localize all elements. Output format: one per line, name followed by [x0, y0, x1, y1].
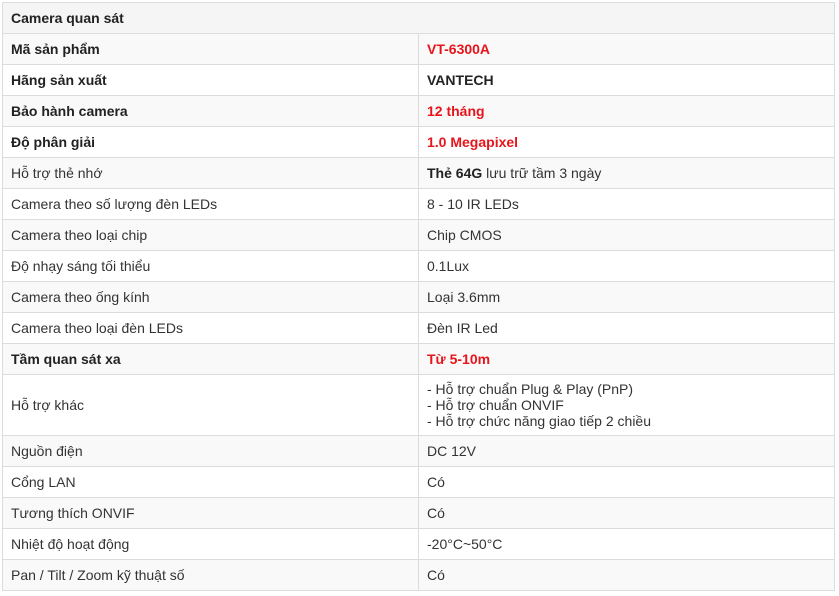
table-row: Độ phân giải 1.0 Megapixel: [2, 126, 835, 158]
row-label: Nhiệt độ hoạt động: [2, 528, 419, 560]
table-row: Camera theo số lượng đèn LEDs 8 - 10 IR …: [2, 188, 835, 220]
table-row: Nguồn điện DC 12V: [2, 435, 835, 467]
table-row: Tầm quan sát xa Từ 5-10m: [2, 343, 835, 375]
table-row: Hỗ trợ thẻ nhớ Thẻ 64G lưu trữ tầm 3 ngà…: [2, 157, 835, 189]
row-value-line: - Hỗ trợ chức năng giao tiếp 2 chiều: [427, 413, 652, 429]
row-value-line: - Hỗ trợ chuẩn ONVIF: [427, 397, 564, 413]
spec-table: Camera quan sát Mã sản phẩm VT-6300A Hãn…: [2, 2, 835, 591]
row-value: Từ 5-10m: [418, 343, 835, 375]
table-row: Độ nhạy sáng tối thiểu 0.1Lux: [2, 250, 835, 282]
row-value: 1.0 Megapixel: [418, 126, 835, 158]
table-row: Camera theo ống kính Loại 3.6mm: [2, 281, 835, 313]
row-label: Camera theo số lượng đèn LEDs: [2, 188, 419, 220]
row-value: -20°C~50°C: [418, 528, 835, 560]
row-value: Có: [418, 497, 835, 529]
table-row: Pan / Tilt / Zoom kỹ thuật số Có: [2, 559, 835, 591]
table-header: Camera quan sát: [2, 2, 835, 34]
table-row: Camera theo loại chip Chip CMOS: [2, 219, 835, 251]
row-label: Độ phân giải: [2, 126, 419, 158]
row-label: Hỗ trợ khác: [2, 374, 419, 436]
table-row: Camera theo loại đèn LEDs Đèn IR Led: [2, 312, 835, 344]
row-value: - Hỗ trợ chuẩn Plug & Play (PnP) - Hỗ tr…: [418, 374, 835, 436]
row-value: 8 - 10 IR LEDs: [418, 188, 835, 220]
table-row: Tương thích ONVIF Có: [2, 497, 835, 529]
row-label: Pan / Tilt / Zoom kỹ thuật số: [2, 559, 419, 591]
row-value: Có: [418, 559, 835, 591]
table-header-row: Camera quan sát: [2, 2, 835, 34]
row-value: Loại 3.6mm: [418, 281, 835, 313]
row-label: Hỗ trợ thẻ nhớ: [2, 157, 419, 189]
row-value: 0.1Lux: [418, 250, 835, 282]
table-row: Hỗ trợ khác - Hỗ trợ chuẩn Plug & Play (…: [2, 374, 835, 436]
row-label: Camera theo ống kính: [2, 281, 419, 313]
row-value: Đèn IR Led: [418, 312, 835, 344]
row-value: 12 tháng: [418, 95, 835, 127]
row-value-bold: Thẻ 64G: [427, 165, 483, 181]
row-label: Cổng LAN: [2, 466, 419, 498]
row-value-rest: lưu trữ tầm 3 ngày: [482, 165, 602, 181]
row-value: Thẻ 64G lưu trữ tầm 3 ngày: [418, 157, 835, 189]
table-row: Hãng sản xuất VANTECH: [2, 64, 835, 96]
row-label: Nguồn điện: [2, 435, 419, 467]
row-label: Camera theo loại chip: [2, 219, 419, 251]
row-value: VT-6300A: [418, 33, 835, 65]
row-label: Bảo hành camera: [2, 95, 419, 127]
row-value: Có: [418, 466, 835, 498]
row-label: Tầm quan sát xa: [2, 343, 419, 375]
row-label: Tương thích ONVIF: [2, 497, 419, 529]
table-row: Cổng LAN Có: [2, 466, 835, 498]
table-row: Bảo hành camera 12 tháng: [2, 95, 835, 127]
row-value: Chip CMOS: [418, 219, 835, 251]
row-value-line: - Hỗ trợ chuẩn Plug & Play (PnP): [427, 381, 634, 397]
table-row: Nhiệt độ hoạt động -20°C~50°C: [2, 528, 835, 560]
row-value: DC 12V: [418, 435, 835, 467]
row-label: Camera theo loại đèn LEDs: [2, 312, 419, 344]
row-label: Hãng sản xuất: [2, 64, 419, 96]
row-label: Độ nhạy sáng tối thiểu: [2, 250, 419, 282]
row-label: Mã sản phẩm: [2, 33, 419, 65]
row-value: VANTECH: [418, 64, 835, 96]
table-row: Mã sản phẩm VT-6300A: [2, 33, 835, 65]
